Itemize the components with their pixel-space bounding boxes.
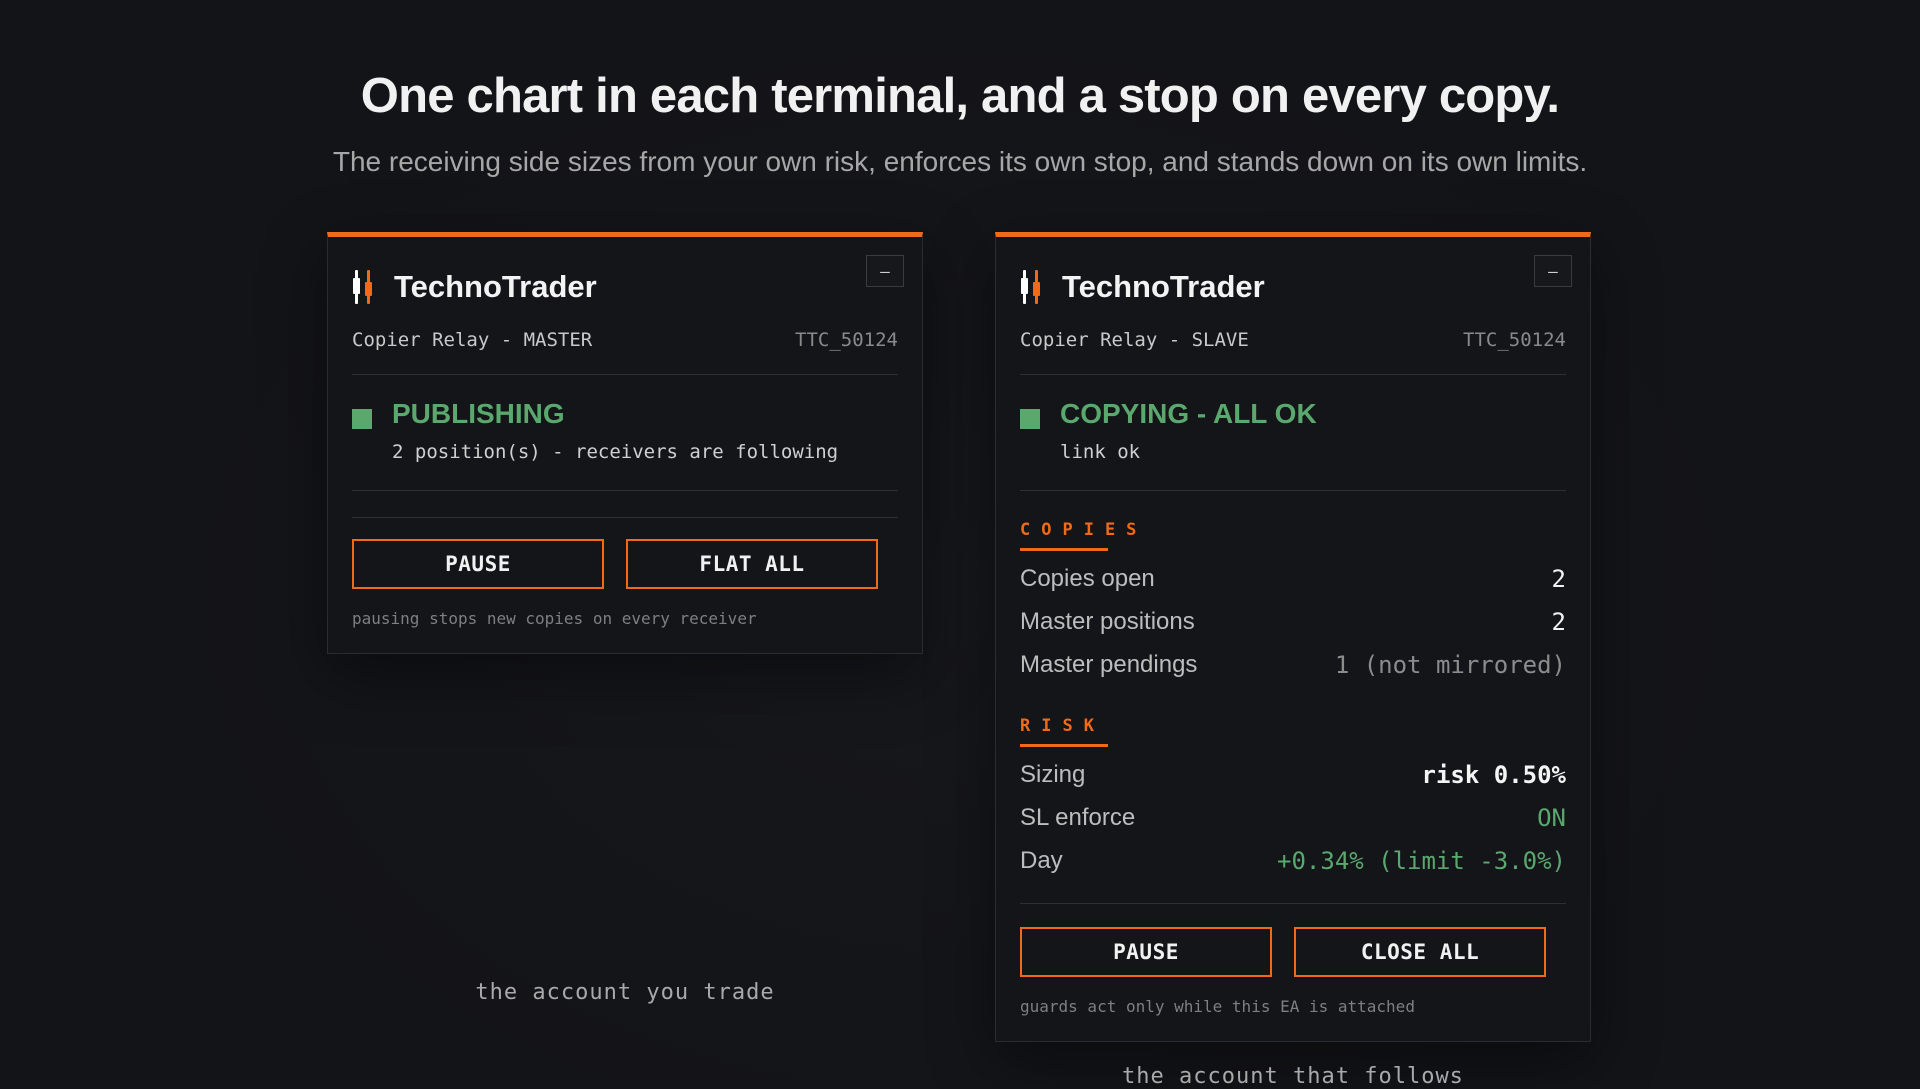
status-detail: link ok <box>1060 441 1141 463</box>
day-label: Day <box>1020 847 1063 874</box>
master-positions-label: Master positions <box>1020 608 1195 635</box>
hero-subtitle: The receiving side sizes from your own r… <box>332 146 1588 177</box>
hero-title: One chart in each terminal, and a stop o… <box>360 69 1560 123</box>
flat-all-button[interactable]: FLAT ALL <box>626 539 878 589</box>
relay-role: Copier Relay - SLAVE <box>1020 329 1249 351</box>
sl-enforce-label: SL enforce <box>1020 804 1136 831</box>
master-positions-value: 2 <box>1551 608 1566 636</box>
footnote: pausing stops new copies on every receiv… <box>352 609 757 628</box>
brand: TechnoTrader <box>1020 267 1265 307</box>
brand-name: TechnoTrader <box>1062 269 1265 304</box>
pause-button[interactable]: PAUSE <box>1020 927 1272 977</box>
section-underline <box>1020 548 1108 551</box>
status-indicator <box>1020 409 1040 429</box>
footnote: guards act only while this EA is attache… <box>1020 997 1415 1016</box>
risk-section-title: RISK <box>1020 716 1105 736</box>
divider <box>1020 374 1566 375</box>
account-id: TTC_50124 <box>795 329 898 351</box>
master-pendings-value: 1 (not mirrored) <box>1334 651 1566 679</box>
account-id: TTC_50124 <box>1463 329 1566 351</box>
status-title: PUBLISHING <box>392 398 565 429</box>
pause-button[interactable]: PAUSE <box>352 539 604 589</box>
day-value: +0.34% (limit -3.0%) <box>1277 847 1566 875</box>
sizing-label: Sizing <box>1020 761 1086 788</box>
divider <box>1020 490 1566 491</box>
divider <box>352 490 898 491</box>
copies-open-value: 2 <box>1551 565 1566 593</box>
relay-role: Copier Relay - MASTER <box>352 329 593 351</box>
sizing-value: risk 0.50% <box>1421 761 1567 789</box>
divider <box>352 517 898 518</box>
copies-open-label: Copies open <box>1020 565 1155 592</box>
candlestick-logo-icon <box>352 268 378 306</box>
close-all-button[interactable]: CLOSE ALL <box>1294 927 1546 977</box>
status-detail: 2 position(s) - receivers are following <box>392 441 839 463</box>
status-indicator <box>352 409 372 429</box>
sl-enforce-value: ON <box>1537 804 1566 832</box>
master-panel: – TechnoTrader Copier Relay - MASTER TTC… <box>327 232 923 654</box>
status-title: COPYING - ALL OK <box>1060 398 1317 429</box>
candlestick-logo-icon <box>1020 268 1046 306</box>
brand: TechnoTrader <box>352 267 597 307</box>
slave-panel: – TechnoTrader Copier Relay - SLAVE TTC_… <box>995 232 1591 1042</box>
divider <box>1020 903 1566 904</box>
brand-name: TechnoTrader <box>394 269 597 304</box>
section-underline <box>1020 744 1108 747</box>
master-caption: the account you trade <box>475 980 775 1005</box>
divider <box>352 374 898 375</box>
minimize-button[interactable]: – <box>866 255 904 287</box>
slave-caption: the account that follows <box>1122 1064 1464 1089</box>
minimize-button[interactable]: – <box>1534 255 1572 287</box>
master-pendings-label: Master pendings <box>1020 651 1198 678</box>
copies-section-title: COPIES <box>1020 520 1148 540</box>
